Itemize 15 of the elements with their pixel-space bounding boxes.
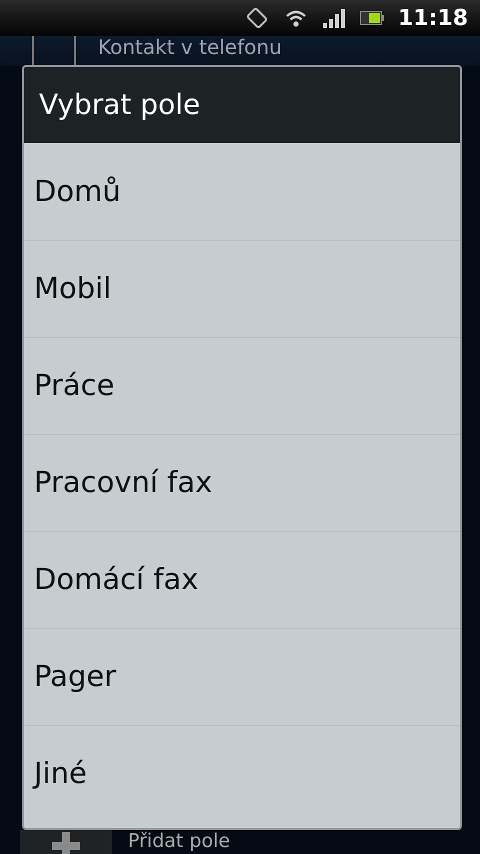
option-item[interactable]: Pracovní fax <box>34 461 212 505</box>
option-item[interactable]: Domácí fax <box>34 558 198 602</box>
contact-source-label: Kontakt v telefonu <box>98 36 282 59</box>
option-item[interactable]: Mobil <box>34 267 112 311</box>
clock: 11:18 <box>398 4 468 32</box>
plus-icon <box>52 832 80 854</box>
signal-icon <box>322 7 346 29</box>
option-item[interactable]: Práce <box>34 364 114 408</box>
option-item[interactable]: Pager <box>34 655 116 699</box>
option-item[interactable]: Jiné <box>34 752 87 796</box>
dialog-title: Vybrat pole <box>39 87 200 123</box>
battery-icon <box>360 11 384 25</box>
add-field-button[interactable] <box>20 830 112 854</box>
option-item[interactable]: Domů <box>34 170 121 214</box>
add-field-label[interactable]: Přidat pole <box>128 830 230 853</box>
